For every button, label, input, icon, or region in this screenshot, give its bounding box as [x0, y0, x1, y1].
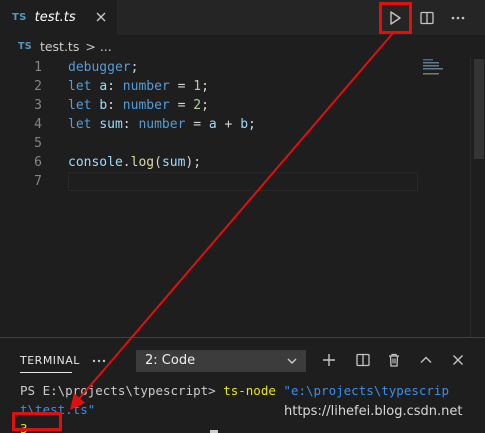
split-editor-button[interactable]: [417, 8, 437, 28]
ellipsis-icon: [92, 359, 106, 363]
line-number: 1: [34, 60, 42, 75]
code-token: :: [107, 79, 123, 94]
code-token: a: [99, 79, 108, 94]
code-token: +: [216, 117, 241, 132]
code-token: b: [99, 98, 108, 113]
typescript-file-icon: TS: [12, 12, 27, 23]
panel-header: TERMINAL 2: Code: [0, 338, 485, 382]
close-icon: [453, 355, 463, 365]
code-line[interactable]: 1 debugger;: [0, 58, 418, 77]
terminal-command-line: PS E:\projects\typescript> ts-node "e:\p…: [20, 381, 480, 400]
code-token: =: [185, 117, 209, 132]
close-panel-button[interactable]: [449, 351, 467, 369]
new-terminal-button[interactable]: [320, 351, 338, 369]
active-tab-indicator: [20, 372, 72, 373]
plus-icon: [323, 354, 335, 366]
terminal-prompt: PS E:\projects\typescript>: [20, 383, 224, 398]
typescript-file-icon: TS: [18, 40, 32, 52]
output-annotation-box: [12, 412, 62, 431]
line-number: 4: [34, 117, 42, 132]
maximize-panel-button[interactable]: [417, 351, 435, 369]
line-number: 3: [34, 98, 42, 113]
code-text: let sum: number = a + b;: [68, 115, 256, 134]
code-token: log: [130, 155, 155, 170]
code-token: let: [68, 79, 100, 94]
code-token: ;: [201, 98, 209, 113]
line-number: 7: [34, 174, 42, 189]
code-token: :: [122, 117, 139, 132]
chevron-down-icon: [287, 358, 297, 364]
close-icon[interactable]: [94, 10, 108, 24]
code-line[interactable]: 4 let sum: number = a + b;: [0, 115, 418, 134]
terminal-argument: "e:\projects\typescrip: [275, 383, 449, 398]
breadcrumb-file[interactable]: test.ts: [40, 39, 79, 54]
code-token: number: [138, 117, 186, 132]
code-token: (: [154, 155, 162, 170]
code-text: console.log(sum);: [68, 153, 201, 172]
run-button-annotation-box: [379, 2, 412, 34]
terminal-command: ts-node: [223, 383, 276, 398]
editor-tab-label: test.ts: [34, 10, 76, 25]
line-number: 6: [34, 155, 42, 170]
code-text: debugger;: [68, 58, 138, 77]
code-text: let b: number = 2;: [68, 96, 209, 115]
code-token: let: [68, 117, 100, 132]
code-token: b: [240, 117, 249, 132]
editor-scrollbar-thumb[interactable]: [474, 59, 484, 159]
code-token: number: [122, 98, 170, 113]
code-token: =: [169, 98, 194, 113]
code-token: debugger: [68, 60, 131, 75]
code-editor[interactable]: 1 debugger; 2 let a: number = 1; 3 let b: num…: [0, 57, 485, 337]
ellipsis-icon: [451, 16, 465, 20]
code-line[interactable]: 5: [0, 134, 418, 153]
line-number: 2: [34, 79, 42, 94]
code-token: ;: [248, 117, 256, 132]
line-number: 5: [34, 136, 42, 151]
breadcrumb-ellipsis[interactable]: ...: [100, 39, 112, 54]
tab-terminal[interactable]: TERMINAL: [20, 354, 80, 367]
code-line[interactable]: 2 let a: number = 1;: [0, 77, 418, 96]
kill-terminal-button[interactable]: [385, 351, 403, 369]
code-token: 1: [193, 79, 202, 94]
code-line[interactable]: 7: [0, 172, 418, 191]
code-token: sum: [161, 155, 186, 170]
code-token: ;: [201, 79, 209, 94]
code-token: ;: [130, 60, 139, 75]
code-token: .: [122, 155, 131, 170]
split-icon: [420, 11, 434, 25]
editor-tab-test-ts[interactable]: TS test.ts: [0, 0, 117, 35]
code-token: sum: [99, 117, 123, 132]
split-icon: [356, 353, 370, 367]
code-token: a: [208, 117, 217, 132]
watermark: https://lihefei.blog.csdn.net: [284, 404, 463, 419]
breadcrumb-separator: >: [85, 38, 96, 54]
trash-icon: [389, 353, 399, 367]
code-line[interactable]: 3 let b: number = 2;: [0, 96, 418, 115]
more-actions-button[interactable]: [448, 8, 468, 28]
code-token: let: [68, 98, 100, 113]
code-token: number: [122, 79, 170, 94]
split-terminal-button[interactable]: [354, 351, 372, 369]
chevron-up-icon: [420, 356, 432, 363]
terminal-result-line: 3: [20, 419, 480, 433]
code-line[interactable]: 6 console.log(sum);: [0, 153, 418, 172]
code-text: let a: number = 1;: [68, 77, 209, 96]
code-token: console: [68, 155, 123, 170]
code-token: :: [107, 98, 123, 113]
code-token: =: [169, 79, 194, 94]
code-token: 2: [193, 98, 202, 113]
breadcrumb: TS test.ts > ...: [0, 35, 485, 57]
panel-more-button[interactable]: [90, 352, 108, 370]
terminal-selector-value: 2: Code: [145, 353, 196, 368]
editor-tab-bar: TS test.ts: [0, 0, 485, 35]
terminal-selector[interactable]: 2: Code: [136, 350, 306, 372]
minimap[interactable]: [420, 57, 470, 77]
code-token: );: [185, 155, 202, 170]
